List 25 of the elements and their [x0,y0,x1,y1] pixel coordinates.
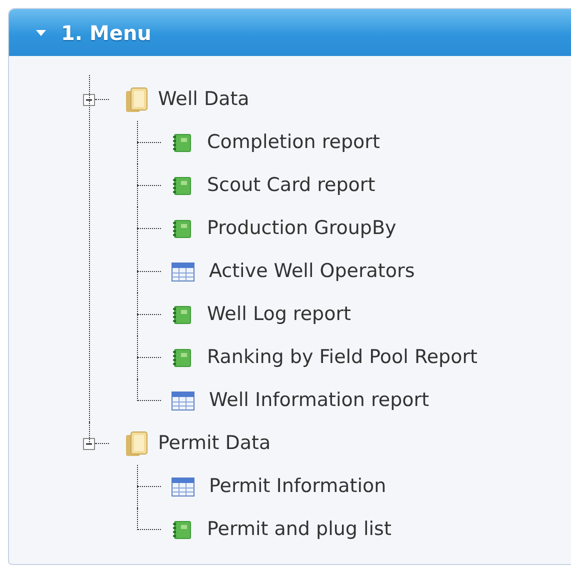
tree-item[interactable]: Well Log report [207,300,351,329]
table-icon [171,476,195,498]
tree-item[interactable]: Ranking by Field Pool Report [207,343,478,372]
tree-item[interactable]: Completion report [207,128,380,157]
tree-item[interactable]: Production GroupBy [207,214,396,243]
collapse-icon[interactable] [83,438,95,450]
panel-title: 1. Menu [61,20,152,46]
tree-item[interactable]: Well Information report [209,386,430,415]
tree-item[interactable]: Permit Information [209,472,386,501]
notebook-icon [171,218,193,240]
tree-item[interactable]: Active Well Operators [209,257,415,286]
tree-item[interactable]: Permit Data [158,429,271,458]
collapse-icon[interactable] [83,94,95,106]
table-icon [171,390,195,412]
folder-icon [125,430,149,456]
tree-item[interactable]: Permit and plug list [207,515,392,544]
tree-item[interactable]: Well Data [158,85,250,114]
table-icon [171,260,195,282]
tree-item[interactable]: Scout Card report [207,171,376,200]
notebook-icon [171,518,193,540]
notebook-icon [171,346,193,368]
notebook-icon [171,304,193,326]
notebook-icon [171,174,193,196]
notebook-icon [171,132,193,154]
folder-icon [125,86,149,112]
